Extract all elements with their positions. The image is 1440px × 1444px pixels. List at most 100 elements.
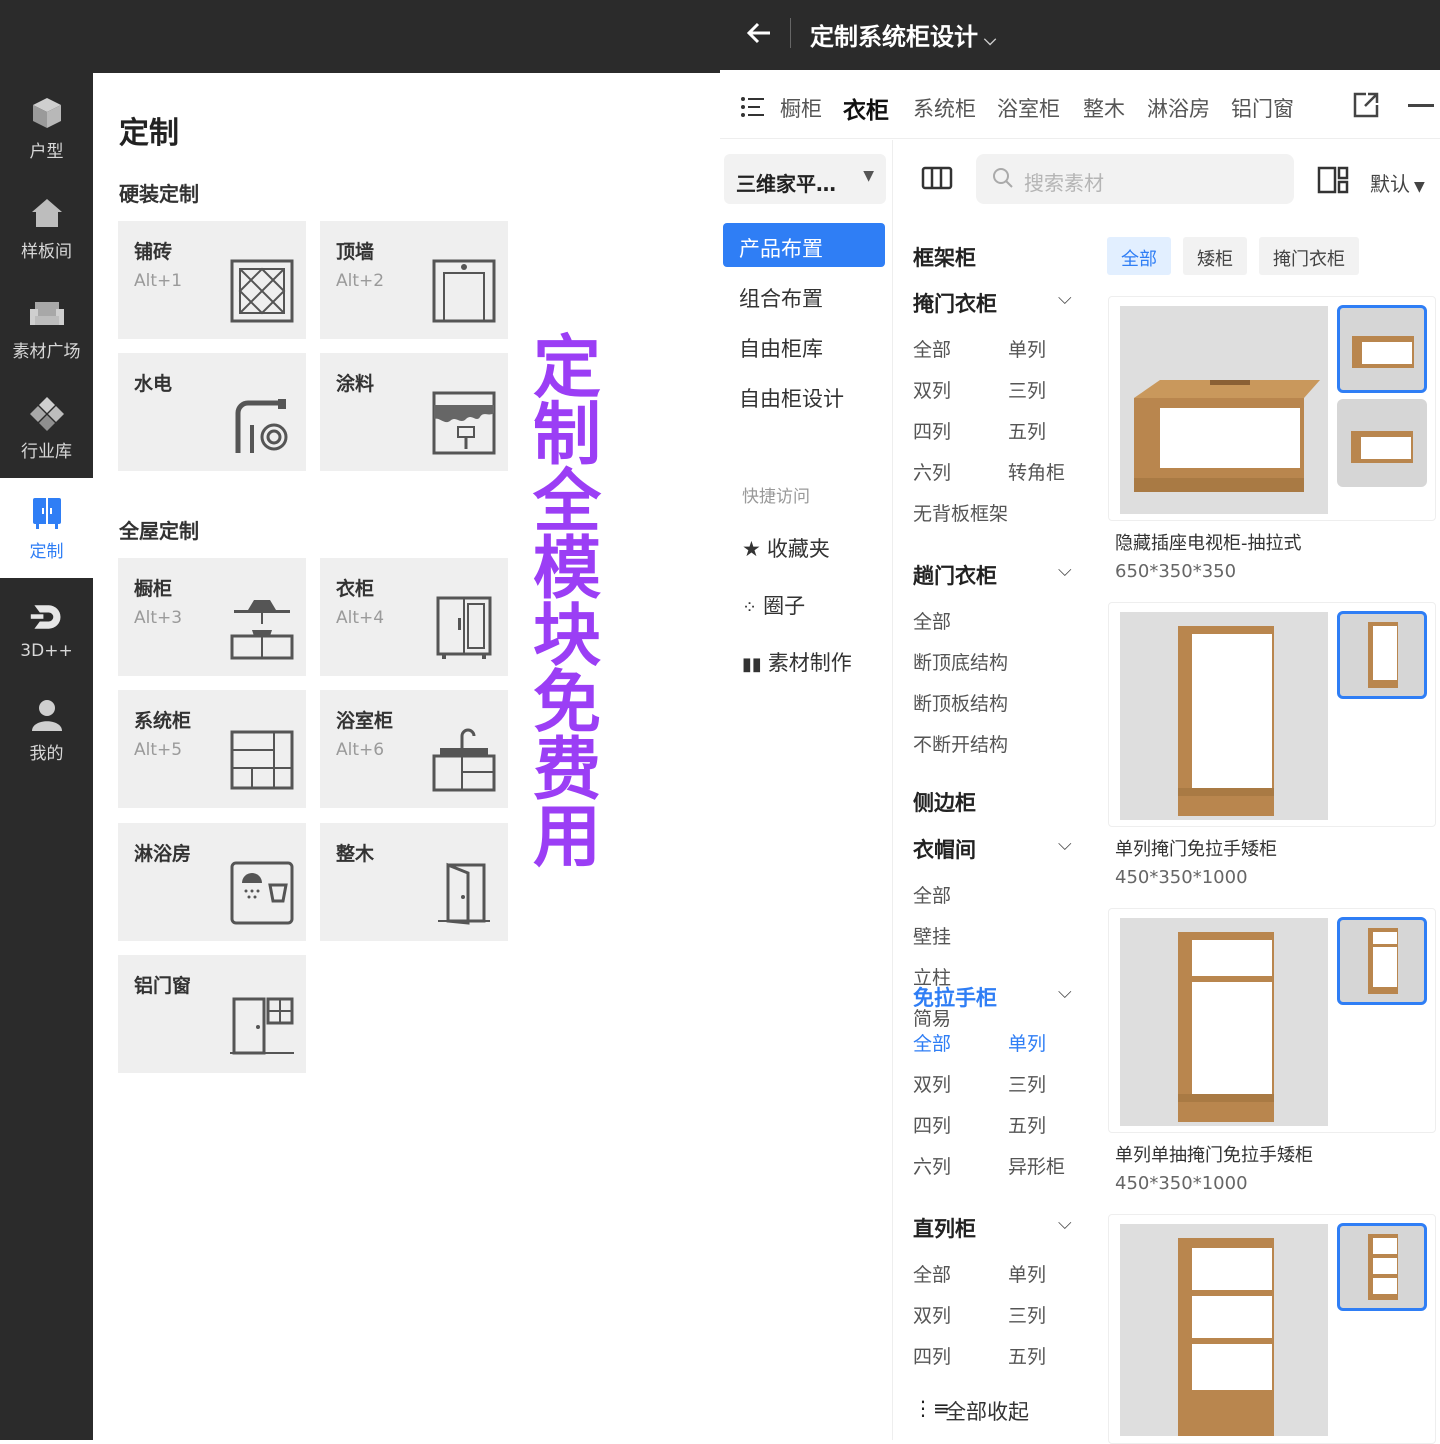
sub-item-product-layout[interactable]: 产品布置 (723, 223, 885, 267)
tree-leaf[interactable]: 全部 (913, 881, 951, 908)
tree-group-title[interactable]: 衣帽间 (913, 834, 976, 864)
product-thumb-selected[interactable] (1337, 1223, 1427, 1311)
card-shower[interactable]: 淋浴房 (118, 823, 306, 941)
chip-low-cabinet[interactable]: 矮柜 (1183, 237, 1247, 275)
search-input[interactable]: 搜索素材 (976, 154, 1294, 204)
tab-category-active[interactable]: 衣柜 (843, 91, 889, 125)
sort-select[interactable]: 默认 ▼ (1370, 168, 1425, 197)
tab-category[interactable]: 橱柜 (780, 93, 822, 123)
sub-item-combo-layout[interactable]: 组合布置 (723, 273, 885, 317)
card-ceiling[interactable]: 顶墙 Alt+2 (320, 221, 508, 339)
tree-group-title[interactable]: 掩门衣柜 (913, 288, 997, 318)
tree-leaf[interactable]: 全部 (913, 607, 951, 634)
nav-item-hangye[interactable]: 行业库 (0, 378, 93, 478)
quick-favorites[interactable]: ★ 收藏夹 (742, 533, 830, 563)
tree-leaf[interactable]: 四列 (913, 1111, 951, 1138)
project-select[interactable]: 三维家平… ▼ (724, 154, 886, 204)
tree-leaf[interactable]: 断顶板结构 (913, 689, 1008, 716)
tab-category[interactable]: 铝门窗 (1231, 93, 1294, 123)
external-link-icon[interactable] (1352, 91, 1380, 123)
minimize-icon[interactable] (1408, 104, 1434, 107)
tree-leaf[interactable]: 四列 (913, 417, 951, 444)
card-woodwork[interactable]: 整木 (320, 823, 508, 941)
sub-item-free-library[interactable]: 自由柜库 (723, 323, 885, 367)
nav-item-sucai[interactable]: 素材广场 (0, 278, 93, 378)
tree-group-frame[interactable]: 框架柜 (913, 242, 976, 272)
tree-group-title[interactable]: 趟门衣柜 (913, 560, 997, 590)
menu-list-icon[interactable] (740, 95, 764, 123)
card-window[interactable]: 铝门窗 (118, 955, 306, 1073)
window-icon (230, 997, 294, 1055)
tab-category[interactable]: 整木 (1083, 93, 1125, 123)
tree-leaf[interactable]: 双列 (913, 1070, 951, 1097)
tab-category[interactable]: 系统柜 (913, 93, 976, 123)
tree-leaf[interactable]: 无背板框架 (913, 499, 1008, 526)
tree-leaf[interactable]: 断顶底结构 (913, 648, 1008, 675)
layout-toggle-icon[interactable] (1317, 166, 1349, 198)
card-wardrobe[interactable]: 衣柜 Alt+4 (320, 558, 508, 676)
card-system-cabinet[interactable]: 系统柜 Alt+5 (118, 690, 306, 808)
tree-leaf[interactable]: 双列 (913, 376, 951, 403)
tree-leaf[interactable]: 全部 (913, 335, 951, 362)
card-plumbing[interactable]: 水电 (118, 353, 306, 471)
product-name: 单列单抽掩门免拉手矮柜 (1115, 1145, 1313, 1166)
product-card[interactable] (1108, 1214, 1436, 1444)
card-paint[interactable]: 涂料 (320, 353, 508, 471)
wardrobe-icon (29, 495, 65, 531)
chevron-down-icon[interactable]: ⌵ (1058, 288, 1072, 309)
tab-category[interactable]: 浴室柜 (997, 93, 1060, 123)
columns-icon[interactable] (921, 166, 953, 194)
tree-leaf[interactable]: 三列 (1008, 1070, 1046, 1097)
card-name: 涂料 (336, 373, 375, 395)
chevron-down-icon[interactable]: ⌵ (1058, 834, 1072, 855)
quick-material[interactable]: ▮▮ 素材制作 (742, 647, 852, 677)
chip-all[interactable]: 全部 (1107, 237, 1171, 275)
tree-leaf[interactable]: 壁挂 (913, 922, 951, 949)
tree-leaf[interactable]: 转角柜 (1008, 458, 1065, 485)
product-card[interactable] (1108, 296, 1436, 521)
card-tile[interactable]: 铺砖 Alt+1 (118, 221, 306, 339)
tree-leaf[interactable]: 六列 (913, 1152, 951, 1179)
chevron-down-icon[interactable]: ⌵ (1058, 982, 1072, 1003)
sub-item-free-design[interactable]: 自由柜设计 (723, 373, 885, 417)
tree-leaf[interactable]: 全部 (913, 1029, 951, 1056)
nav-item-3d[interactable]: 3D++ (0, 580, 93, 680)
product-thumb[interactable] (1337, 399, 1427, 487)
product-thumb-selected[interactable] (1337, 917, 1427, 1005)
chip-hinged-wardrobe[interactable]: 掩门衣柜 (1259, 237, 1359, 275)
tree-leaf[interactable]: 双列 (913, 1301, 951, 1328)
tree-leaf[interactable]: 三列 (1008, 1301, 1046, 1328)
product-card[interactable] (1108, 908, 1436, 1133)
tree-group-side[interactable]: 侧边柜 (913, 787, 976, 817)
tree-group-title[interactable]: 免拉手柜 (913, 982, 997, 1012)
tree-leaf[interactable]: 单列 (1008, 335, 1046, 362)
tree-leaf[interactable]: 不断开结构 (913, 730, 1008, 757)
tree-leaf[interactable]: 四列 (913, 1342, 951, 1369)
tree-group-title[interactable]: 直列柜 (913, 1213, 976, 1243)
product-card[interactable] (1108, 602, 1436, 827)
window-title[interactable]: 定制系统柜设计 ⌵ (810, 17, 996, 52)
back-arrow-icon[interactable] (744, 18, 776, 50)
tree-leaf[interactable]: 三列 (1008, 376, 1046, 403)
nav-item-dingzhi[interactable]: 定制 (0, 478, 93, 578)
chevron-down-icon[interactable]: ⌵ (1058, 560, 1072, 581)
nav-item-wode[interactable]: 我的 (0, 680, 93, 780)
tree-leaf[interactable]: 五列 (1008, 1342, 1046, 1369)
collapse-all-button[interactable]: 全部收起 (945, 1396, 1029, 1426)
product-thumb-selected[interactable] (1337, 611, 1427, 699)
quick-circles[interactable]: ⁘ 圈子 (742, 590, 805, 620)
chevron-down-icon[interactable]: ⌵ (1058, 1213, 1072, 1234)
tree-leaf[interactable]: 单列 (1008, 1260, 1046, 1287)
card-bath-cabinet[interactable]: 浴室柜 Alt+6 (320, 690, 508, 808)
card-kitchen[interactable]: 橱柜 Alt+3 (118, 558, 306, 676)
tree-leaf[interactable]: 异形柜 (1008, 1152, 1065, 1179)
tree-leaf[interactable]: 单列 (1008, 1029, 1046, 1056)
tree-leaf[interactable]: 五列 (1008, 1111, 1046, 1138)
nav-item-huxing[interactable]: 户型 (0, 78, 93, 178)
tree-leaf[interactable]: 全部 (913, 1260, 951, 1287)
tab-category[interactable]: 淋浴房 (1147, 93, 1210, 123)
product-thumb-selected[interactable] (1337, 305, 1427, 393)
nav-item-yangbanjian[interactable]: 样板间 (0, 178, 93, 278)
tree-leaf[interactable]: 六列 (913, 458, 951, 485)
tree-leaf[interactable]: 五列 (1008, 417, 1046, 444)
